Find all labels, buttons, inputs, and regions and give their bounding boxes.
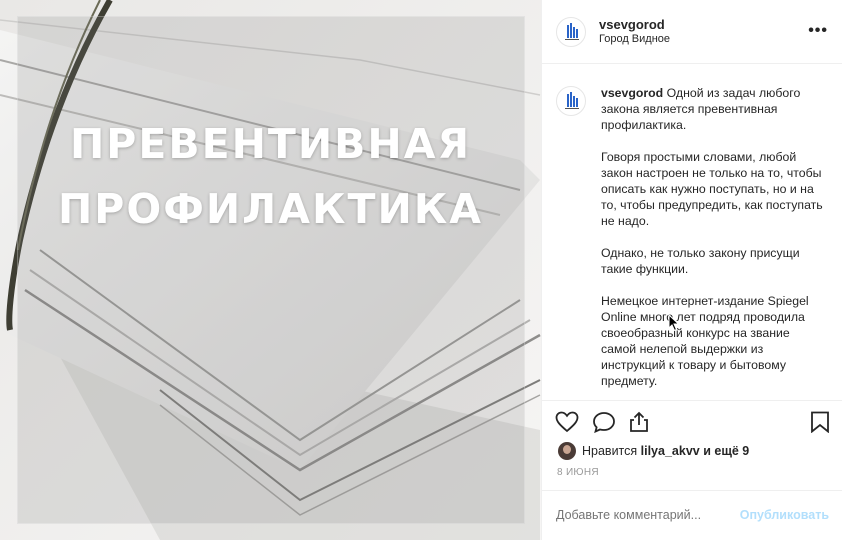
action-bar: [542, 400, 842, 440]
more-icon[interactable]: •••: [808, 22, 828, 40]
caption-username[interactable]: vsevgorod: [601, 86, 663, 100]
image-title-line-2: ПРОФИЛАКТИКА: [57, 185, 483, 233]
mouse-cursor-icon: [668, 314, 680, 332]
comment-icon[interactable]: [592, 411, 616, 433]
post-image[interactable]: ПРЕВЕНТИВНАЯ ПРОФИЛАКТИКА: [0, 0, 541, 540]
post-caption: vsevgorod Одной из задач любого закона я…: [601, 85, 826, 389]
liker-username[interactable]: lilya_akvv: [641, 444, 700, 458]
header-username[interactable]: vsevgorod: [599, 17, 665, 32]
avatar[interactable]: [556, 17, 586, 47]
caption-avatar[interactable]: [556, 86, 586, 116]
liker-avatar[interactable]: [558, 442, 576, 460]
caption-area: vsevgorod Одной из задач любого закона я…: [542, 64, 842, 400]
share-icon[interactable]: [628, 411, 650, 433]
header-location[interactable]: Город Видное: [599, 33, 670, 45]
post-header: vsevgorod Город Видное •••: [542, 0, 842, 64]
comment-input[interactable]: [556, 508, 726, 522]
heart-icon[interactable]: [555, 411, 579, 433]
city-logo-icon: [565, 92, 579, 109]
likes-prefix: Нравится: [582, 444, 641, 458]
image-overlay: [17, 16, 525, 524]
likes-others-count[interactable]: и ещё 9: [700, 444, 749, 458]
caption-text: Одной из задач любого закона является пр…: [601, 86, 823, 388]
city-logo-icon: [565, 23, 579, 40]
image-title-line-1: ПРЕВЕНТИВНАЯ: [69, 120, 472, 168]
bookmark-icon[interactable]: [810, 411, 830, 433]
likes-text[interactable]: Нравится lilya_akvv и ещё 9: [582, 444, 749, 458]
post-side-panel: vsevgorod Город Видное ••• vsevgorod Одн…: [541, 0, 842, 540]
post-date[interactable]: 8 ИЮНЯ: [557, 467, 599, 478]
publish-button[interactable]: Опубликовать: [740, 508, 829, 522]
comment-box: Опубликовать: [542, 490, 842, 540]
likes-summary: Нравится lilya_akvv и ещё 9: [558, 442, 749, 460]
